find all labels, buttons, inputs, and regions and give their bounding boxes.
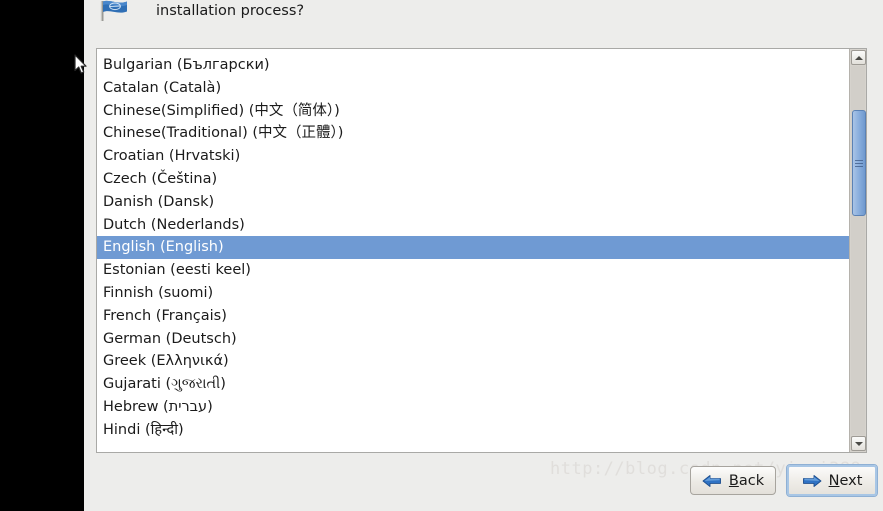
- list-item[interactable]: Hindi (हिन्दी): [97, 419, 849, 442]
- list-item[interactable]: German (Deutsch): [97, 328, 849, 351]
- arrow-left-icon: [702, 474, 722, 488]
- back-button-label: Back: [729, 473, 764, 489]
- next-button[interactable]: Next: [786, 464, 878, 497]
- black-occlusion-band: [0, 0, 84, 511]
- next-label-rest: ext: [839, 472, 863, 489]
- scrollbar-grip-icon: [855, 158, 863, 169]
- scroll-up-button[interactable]: [851, 50, 866, 65]
- scroll-down-arrow-icon: [854, 441, 863, 446]
- vertical-scrollbar[interactable]: [849, 49, 866, 452]
- list-item[interactable]: Gujarati (ગુજરાતી): [97, 373, 849, 396]
- list-item[interactable]: Chinese(Simplified) (中文（简体）): [97, 100, 849, 123]
- list-item[interactable]: English (English): [97, 236, 849, 260]
- list-item[interactable]: Hebrew (עברית): [97, 396, 849, 419]
- installer-dialog: installation process? Bulgarian (Българс…: [84, 0, 883, 511]
- back-button[interactable]: Back: [690, 466, 776, 495]
- scrollbar-track[interactable]: [851, 66, 866, 435]
- list-item[interactable]: Czech (Čeština): [97, 168, 849, 191]
- list-item[interactable]: Danish (Dansk): [97, 191, 849, 214]
- list-item[interactable]: Dutch (Nederlands): [97, 214, 849, 237]
- list-item[interactable]: Croatian (Hrvatski): [97, 145, 849, 168]
- next-button-label: Next: [829, 473, 863, 489]
- language-listbox[interactable]: Bulgarian (Български) Catalan (Català) Chi…: [96, 48, 867, 453]
- footer: http://blog.csdn.net/yiwei389 Back: [84, 453, 883, 511]
- scroll-up-arrow-icon: [854, 55, 863, 60]
- list-item[interactable]: French (Français): [97, 305, 849, 328]
- list-item[interactable]: Greek (Ελληνικά): [97, 350, 849, 373]
- list-item[interactable]: Chinese(Traditional) (中文（正體）): [97, 122, 849, 145]
- header-question-text: installation process?: [156, 3, 305, 19]
- screen: installation process? Bulgarian (Българс…: [0, 0, 883, 511]
- list-item[interactable]: Catalan (Català): [97, 77, 849, 100]
- arrow-right-icon: [802, 474, 822, 488]
- language-list-items[interactable]: Bulgarian (Български) Catalan (Català) Chi…: [97, 49, 849, 452]
- scrollbar-thumb[interactable]: [852, 110, 866, 216]
- list-item[interactable]: Finnish (suomi): [97, 282, 849, 305]
- flag-icon: [94, 0, 140, 22]
- list-item[interactable]: Estonian (eesti keel): [97, 259, 849, 282]
- back-mnemonic: B: [728, 472, 739, 489]
- header: installation process?: [84, 0, 883, 22]
- list-item[interactable]: Bulgarian (Български): [97, 54, 849, 77]
- back-label-rest: ack: [738, 472, 765, 489]
- next-mnemonic: N: [828, 472, 840, 489]
- scroll-down-button[interactable]: [851, 436, 866, 451]
